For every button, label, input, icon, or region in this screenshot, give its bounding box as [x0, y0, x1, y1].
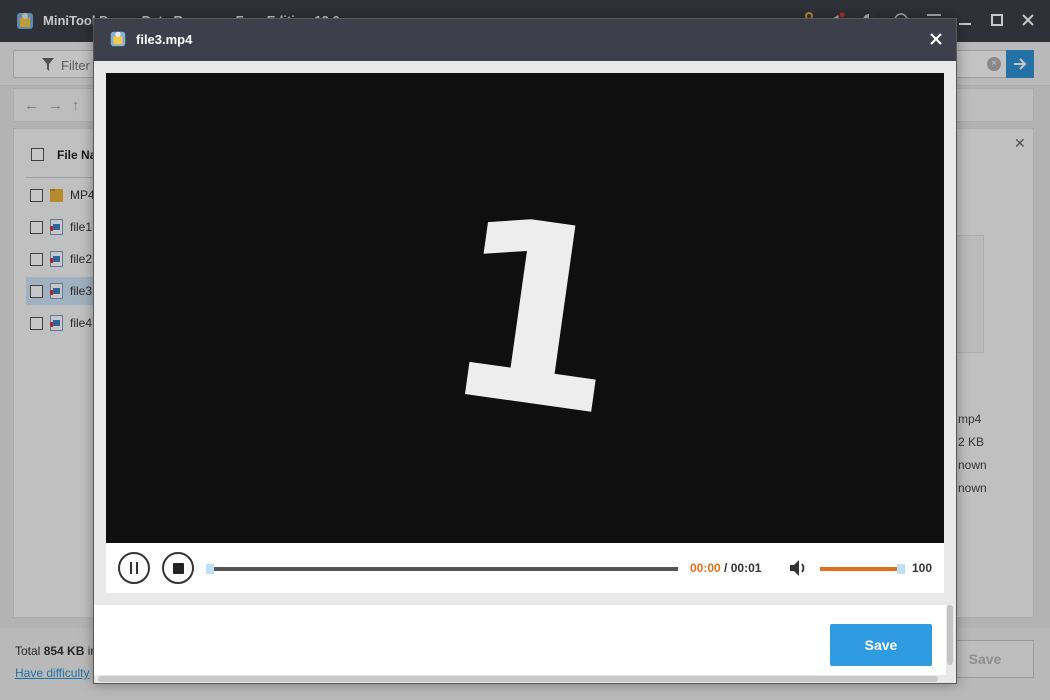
stop-button[interactable]	[162, 552, 194, 584]
dialog-title: file3.mp4	[136, 32, 193, 47]
volume-value: 100	[912, 561, 933, 575]
app-logo-icon	[110, 31, 126, 47]
seek-bar[interactable]	[206, 567, 678, 571]
save-button[interactable]: Save	[830, 624, 932, 666]
preview-dialog: file3.mp4 1 00:00 / 00:01 100 Save	[93, 18, 957, 684]
duration: 00:01	[730, 561, 762, 575]
current-time: 00:00	[690, 561, 721, 575]
video-player[interactable]: 1	[106, 73, 944, 543]
horizontal-scrollbar[interactable]	[98, 676, 938, 682]
video-frame: 1	[428, 160, 641, 472]
pause-button[interactable]	[118, 552, 150, 584]
time-display: 00:00 / 00:01	[690, 561, 762, 575]
vertical-scrollbar[interactable]	[947, 605, 953, 665]
close-icon	[930, 33, 942, 45]
stop-icon	[172, 562, 184, 574]
video-frame-text: 1	[428, 160, 641, 472]
dialog-close-button[interactable]	[926, 29, 946, 49]
volume-icon[interactable]	[788, 558, 810, 578]
volume-slider[interactable]	[820, 567, 904, 571]
seek-handle[interactable]	[206, 564, 214, 574]
volume-level	[820, 567, 898, 571]
dialog-footer: Save	[94, 605, 946, 675]
dialog-titlebar: file3.mp4	[94, 19, 956, 61]
pause-icon	[130, 562, 138, 574]
volume-handle[interactable]	[897, 564, 905, 574]
player-controls: 00:00 / 00:01 100	[106, 543, 944, 593]
